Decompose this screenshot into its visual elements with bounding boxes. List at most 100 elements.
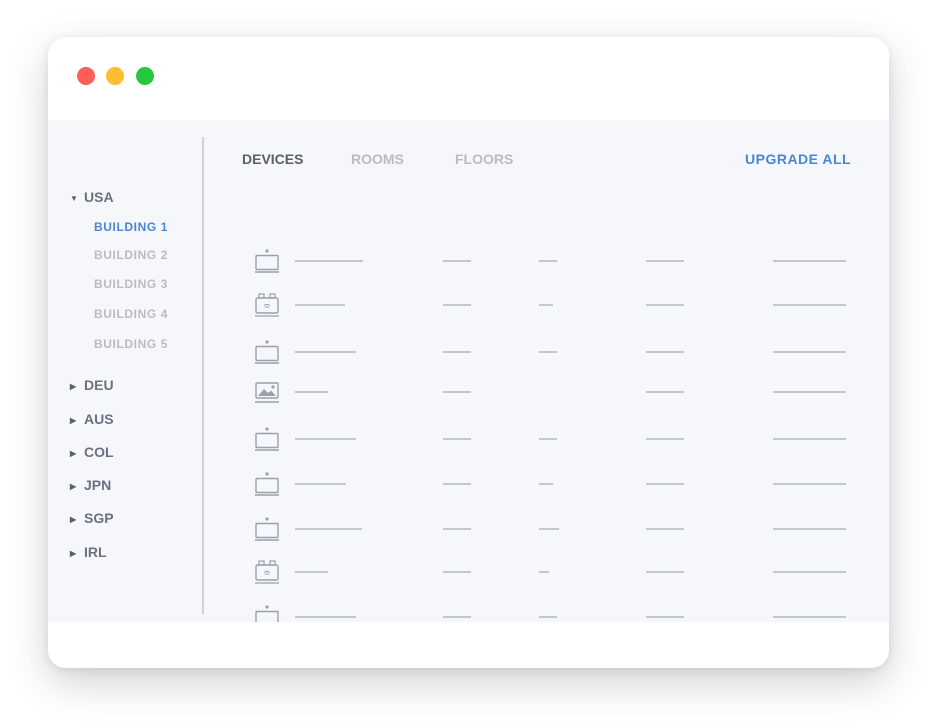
upgrade-all-button[interactable]: UPGRADE ALL: [745, 151, 851, 167]
tab-floors[interactable]: FLOORS: [455, 151, 513, 167]
device-row[interactable]: [243, 603, 863, 622]
device-type-placeholder: [443, 260, 471, 262]
building-3-item[interactable]: BUILDING 3: [94, 276, 168, 292]
tab-rooms[interactable]: ROOMS: [351, 151, 404, 167]
minimize-window-button[interactable]: [106, 67, 124, 85]
location-sidebar: ▼ USA BUILDING 1 BUILDING 2 BUILDING 3 BU…: [48, 120, 203, 622]
sidebar-divider: [202, 137, 204, 614]
country-jpn[interactable]: ▶ JPN: [70, 476, 111, 494]
device-updated-placeholder: [773, 571, 846, 573]
device-updated-placeholder: [773, 616, 846, 618]
main-content: ▼ USA BUILDING 1 BUILDING 2 BUILDING 3 BU…: [48, 120, 889, 622]
device-status-placeholder: [539, 483, 553, 485]
device-type-placeholder: [443, 616, 471, 618]
device-updated-placeholder: [773, 351, 846, 353]
country-label: SGP: [84, 510, 114, 526]
device-row[interactable]: [243, 558, 863, 588]
close-window-button[interactable]: [77, 67, 95, 85]
caret-right-icon: ▶: [70, 449, 77, 458]
caret-right-icon: ▶: [70, 515, 77, 524]
building-1-item[interactable]: BUILDING 1: [94, 219, 168, 235]
laptop-icon: [253, 338, 281, 366]
country-label: DEU: [84, 377, 114, 393]
device-version-placeholder: [646, 438, 684, 440]
device-name-placeholder: [295, 616, 356, 618]
device-type-placeholder: [443, 391, 471, 393]
laptop-icon: [253, 470, 281, 498]
country-sgp[interactable]: ▶ SGP: [70, 509, 114, 527]
device-status-placeholder: [539, 571, 549, 573]
device-updated-placeholder: [773, 438, 846, 440]
device-row[interactable]: [243, 338, 863, 368]
country-col[interactable]: ▶ COL: [70, 443, 114, 461]
building-5-item[interactable]: BUILDING 5: [94, 336, 168, 352]
app-window: ▼ USA BUILDING 1 BUILDING 2 BUILDING 3 BU…: [48, 37, 889, 668]
caret-right-icon: ▶: [70, 549, 77, 558]
device-status-placeholder: [539, 616, 557, 618]
device-name-placeholder: [295, 528, 362, 530]
device-version-placeholder: [646, 616, 684, 618]
country-label: JPN: [84, 477, 112, 493]
image-icon: [253, 378, 281, 406]
window-footer: [48, 622, 889, 668]
country-label: COL: [84, 444, 114, 460]
device-row[interactable]: [243, 470, 863, 500]
laptop-icon: [253, 603, 281, 622]
device-status-placeholder: [539, 528, 559, 530]
device-version-placeholder: [646, 528, 684, 530]
country-label: IRL: [84, 544, 107, 560]
caret-down-icon: ▼: [70, 194, 78, 203]
device-type-placeholder: [443, 351, 471, 353]
device-updated-placeholder: [773, 483, 846, 485]
building-4-item[interactable]: BUILDING 4: [94, 306, 168, 322]
laptop-icon: [253, 247, 281, 275]
device-type-placeholder: [443, 438, 471, 440]
device-version-placeholder: [646, 483, 684, 485]
device-status-placeholder: [539, 304, 553, 306]
device-version-placeholder: [646, 391, 684, 393]
device-status-placeholder: [539, 260, 557, 262]
tab-devices[interactable]: DEVICES: [242, 151, 303, 167]
device-row[interactable]: [243, 378, 863, 408]
device-name-placeholder: [295, 351, 356, 353]
device-row[interactable]: [243, 515, 863, 545]
country-label: AUS: [84, 411, 114, 427]
country-deu[interactable]: ▶ DEU: [70, 376, 114, 394]
device-status-placeholder: [539, 438, 557, 440]
device-updated-placeholder: [773, 304, 846, 306]
device-version-placeholder: [646, 351, 684, 353]
device-type-placeholder: [443, 571, 471, 573]
router-icon: [253, 558, 281, 586]
device-row[interactable]: [243, 291, 863, 321]
device-name-placeholder: [295, 304, 345, 306]
device-version-placeholder: [646, 260, 684, 262]
caret-right-icon: ▶: [70, 382, 77, 391]
country-irl[interactable]: ▶ IRL: [70, 543, 107, 561]
laptop-icon: [253, 515, 281, 543]
country-usa[interactable]: ▼ USA: [70, 188, 114, 206]
device-name-placeholder: [295, 483, 346, 485]
device-type-placeholder: [443, 483, 471, 485]
device-name-placeholder: [295, 438, 356, 440]
device-type-placeholder: [443, 304, 471, 306]
device-updated-placeholder: [773, 528, 846, 530]
device-name-placeholder: [295, 391, 328, 393]
device-row[interactable]: [243, 247, 863, 277]
device-version-placeholder: [646, 304, 684, 306]
device-updated-placeholder: [773, 391, 846, 393]
country-aus[interactable]: ▶ AUS: [70, 410, 114, 428]
title-bar: [48, 37, 889, 120]
device-row[interactable]: [243, 425, 863, 455]
router-icon: [253, 291, 281, 319]
device-name-placeholder: [295, 260, 363, 262]
device-updated-placeholder: [773, 260, 846, 262]
device-status-placeholder: [539, 351, 557, 353]
laptop-icon: [253, 425, 281, 453]
device-name-placeholder: [295, 571, 328, 573]
caret-right-icon: ▶: [70, 416, 77, 425]
device-type-placeholder: [443, 528, 471, 530]
building-2-item[interactable]: BUILDING 2: [94, 247, 168, 263]
maximize-window-button[interactable]: [136, 67, 154, 85]
device-version-placeholder: [646, 571, 684, 573]
country-label: USA: [84, 189, 114, 205]
